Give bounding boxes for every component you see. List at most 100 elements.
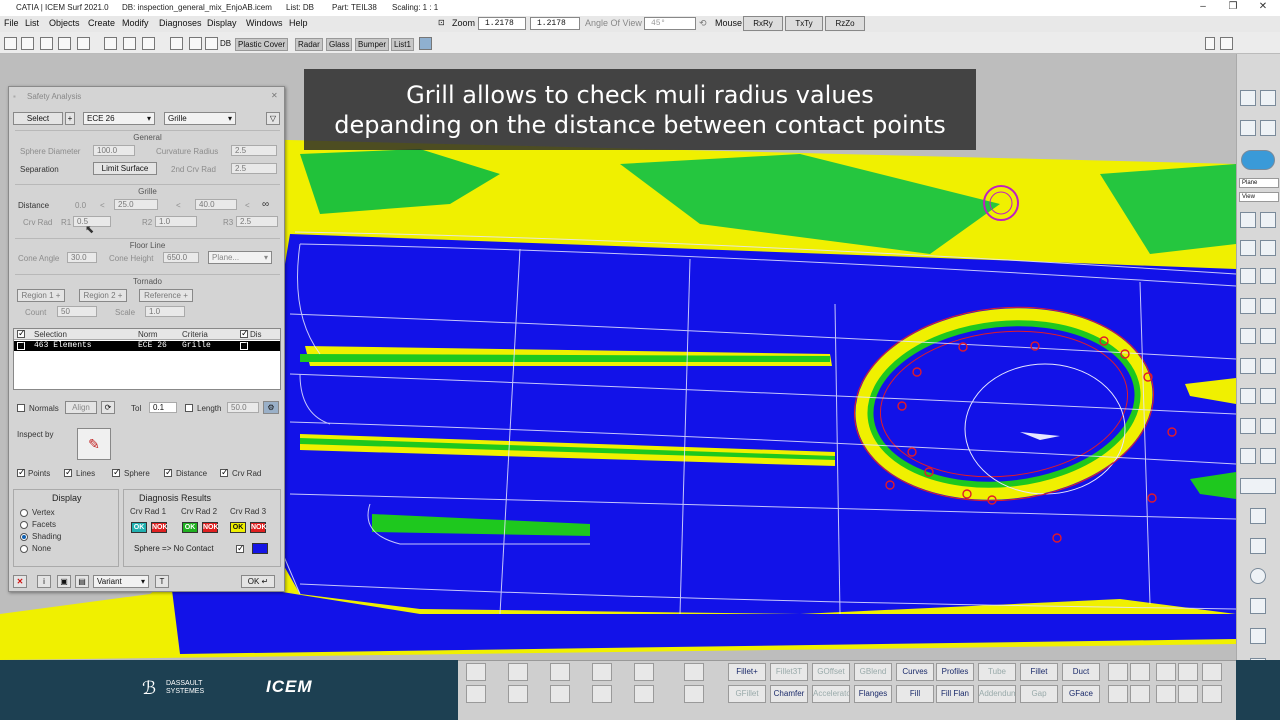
save-as-icon[interactable] — [58, 37, 71, 50]
length-checkbox[interactable] — [185, 404, 193, 412]
save-icon[interactable] — [40, 37, 53, 50]
region-2-button[interactable]: Region 2 + — [79, 289, 127, 302]
compass-icon[interactable] — [1250, 568, 1266, 584]
axis-zx-icon[interactable] — [1240, 268, 1256, 284]
limit-surface-button[interactable]: Limit Surface — [93, 162, 157, 175]
paste-icon[interactable] — [142, 37, 155, 50]
plane-select[interactable]: Plane — [1239, 178, 1279, 188]
pen-icon[interactable] — [1240, 328, 1256, 344]
spine-icon[interactable] — [1240, 358, 1256, 374]
list-icon[interactable] — [170, 37, 183, 50]
tool-icon-2[interactable] — [508, 663, 528, 681]
curve-tool-icon-1[interactable] — [1156, 663, 1176, 681]
gap-button[interactable]: Gap — [1020, 685, 1058, 703]
gfillet-button[interactable]: GFillet — [728, 685, 766, 703]
sphere-diameter-field[interactable]: 100.0 — [93, 145, 135, 156]
lines-checkbox[interactable] — [64, 467, 73, 478]
window-icon[interactable]: ▣ — [57, 575, 71, 588]
table-row[interactable]: 463 Elements ECE 26 Grille — [14, 340, 280, 351]
surface-tool-icon-3[interactable] — [1108, 685, 1128, 703]
crv-rad-2-ok-swatch[interactable]: OK — [182, 522, 198, 533]
rotate-icon[interactable] — [1250, 628, 1266, 644]
network-alt-icon[interactable] — [684, 685, 704, 703]
curve-tool-icon-6[interactable] — [1202, 685, 1222, 703]
filter-view-icon[interactable] — [1260, 328, 1276, 344]
surface-tool-icon-1[interactable] — [1108, 663, 1128, 681]
tab-bumper[interactable]: Bumper — [355, 38, 390, 51]
col-dis[interactable]: Dis — [250, 330, 262, 339]
view-select[interactable]: View — [1239, 192, 1279, 202]
layer-icon[interactable] — [634, 663, 654, 681]
row-checkbox[interactable] — [17, 340, 26, 351]
frame-alt-icon[interactable] — [1260, 448, 1276, 464]
select-plus-button[interactable]: + — [65, 112, 75, 125]
plus-icon[interactable] — [1260, 388, 1276, 404]
mouse-rxry-button[interactable]: RxRy — [743, 16, 783, 31]
menu-modify[interactable]: Modify — [122, 18, 149, 28]
norm-combo[interactable]: ECE 26 — [83, 112, 155, 125]
angle-field[interactable]: 45° — [644, 17, 696, 30]
shape-icon[interactable] — [592, 685, 612, 703]
fit-icon[interactable] — [1240, 478, 1276, 494]
save-settings-icon[interactable]: ▤ — [75, 575, 89, 588]
tab-list1[interactable]: List1 — [391, 38, 414, 51]
fill-flan-button[interactable]: Fill Flan — [936, 685, 974, 703]
goffset-button[interactable]: GOffset — [812, 663, 850, 681]
row-display-checkbox[interactable] — [240, 340, 249, 351]
sphere-checkbox[interactable] — [112, 467, 121, 478]
cancel-icon[interactable]: ✕ — [13, 575, 27, 588]
minus-icon[interactable] — [1240, 388, 1256, 404]
surface-tool-icon-4[interactable] — [1130, 685, 1150, 703]
angle-reset-icon[interactable]: ⟲ — [699, 18, 707, 29]
axis-x-icon[interactable] — [1260, 240, 1276, 256]
tol-field[interactable]: 0.1 — [149, 402, 177, 413]
tab-plastic-cover[interactable]: Plastic Cover — [235, 38, 289, 51]
grid-icon[interactable] — [189, 37, 202, 50]
col-criteria[interactable]: Criteria — [182, 330, 208, 339]
sphere-view-icon[interactable] — [1241, 150, 1275, 170]
r2-field[interactable]: 1.0 — [155, 216, 197, 227]
menu-display[interactable]: Display — [207, 18, 237, 28]
tab-radar[interactable]: Radar — [295, 38, 323, 51]
sphere-no-contact-checkbox[interactable] — [236, 543, 245, 554]
globe-alt-icon[interactable] — [1260, 418, 1276, 434]
axis-zy-icon[interactable] — [1260, 268, 1276, 284]
select-button[interactable]: Select — [13, 112, 63, 125]
surface-tool-icon-2[interactable] — [1130, 663, 1150, 681]
crv-rad-checkbox[interactable] — [220, 467, 229, 478]
gblend-button[interactable]: GBlend — [854, 663, 892, 681]
menu-create[interactable]: Create — [88, 18, 115, 28]
cube-icon[interactable] — [1240, 120, 1256, 136]
distance-d1-field[interactable]: 25.0 — [114, 199, 158, 210]
network-icon[interactable] — [684, 663, 704, 681]
new-icon[interactable] — [4, 37, 17, 50]
crv-rad-1-nok-swatch[interactable]: NOK — [151, 522, 168, 533]
menu-diagnoses[interactable]: Diagnoses — [159, 18, 202, 28]
crv-rad-1-ok-swatch[interactable]: OK — [131, 522, 147, 533]
curve-tool-icon-4[interactable] — [1156, 685, 1176, 703]
toolbar-menu-icon[interactable] — [1220, 37, 1233, 50]
display-all-checkbox[interactable] — [240, 328, 249, 339]
lamp-icon[interactable] — [1260, 90, 1276, 106]
magic-icon[interactable] — [1250, 508, 1266, 524]
refresh-icon[interactable]: ⟳ — [101, 401, 115, 414]
none-radio[interactable] — [20, 545, 28, 553]
db-tab[interactable]: DB — [218, 38, 233, 51]
vertex-radio[interactable] — [20, 509, 28, 517]
fillet-button[interactable]: Fillet — [1020, 663, 1058, 681]
curvature-radius-field[interactable]: 2.5 — [231, 145, 277, 156]
col-selection[interactable]: Selection — [34, 330, 67, 339]
print-icon[interactable] — [77, 37, 90, 50]
cone-angle-field[interactable]: 30.0 — [67, 252, 97, 263]
restore-icon[interactable]: ❐ — [1218, 1, 1248, 15]
person-icon[interactable] — [1240, 298, 1256, 314]
toolbar-scroll-icon[interactable] — [1205, 37, 1215, 50]
second-crv-rad-field[interactable]: 2.5 — [231, 163, 277, 174]
open-icon[interactable] — [21, 37, 34, 50]
eye-icon[interactable] — [1240, 90, 1256, 106]
normals-checkbox[interactable] — [17, 404, 25, 412]
inspect-by-pick-icon[interactable]: ✎ — [77, 428, 111, 460]
tool-icon-1[interactable] — [466, 663, 486, 681]
folder-icon[interactable] — [466, 685, 486, 703]
filter-icon[interactable]: ▽ — [266, 112, 280, 125]
